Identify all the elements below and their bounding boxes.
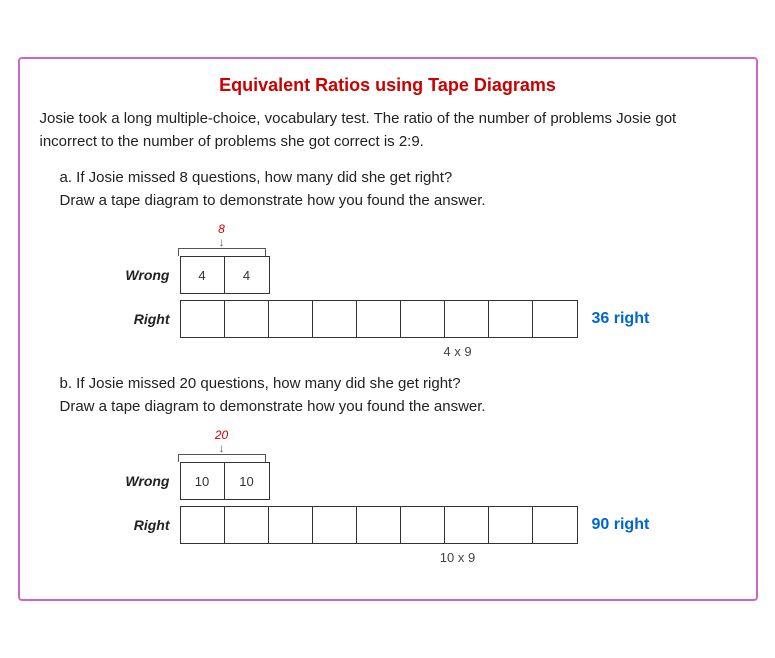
right-cell-a-7 bbox=[489, 301, 533, 337]
right-cell-a-3 bbox=[313, 301, 357, 337]
right-cell-b-4 bbox=[357, 507, 401, 543]
multiplier-b: 10 x 9 bbox=[180, 550, 736, 565]
part-b-brace-number: 20 bbox=[215, 428, 228, 442]
part-b-question: b. If Josie missed 20 questions, how man… bbox=[60, 373, 736, 418]
right-cell-b-3 bbox=[313, 507, 357, 543]
page-title: Equivalent Ratios using Tape Diagrams bbox=[40, 75, 736, 96]
right-row-a: Right 36 right bbox=[110, 300, 736, 338]
answer-b: 90 right bbox=[592, 516, 650, 534]
main-container: Equivalent Ratios using Tape Diagrams Jo… bbox=[18, 57, 758, 601]
right-cell-a-2 bbox=[269, 301, 313, 337]
right-cell-a-1 bbox=[225, 301, 269, 337]
right-cell-b-5 bbox=[401, 507, 445, 543]
right-cell-b-0 bbox=[181, 507, 225, 543]
multiplier-a: 4 x 9 bbox=[180, 344, 736, 359]
right-cell-a-6 bbox=[445, 301, 489, 337]
right-label-b: Right bbox=[110, 517, 170, 533]
wrong-cell-b-1: 10 bbox=[225, 463, 269, 499]
right-cell-b-1 bbox=[225, 507, 269, 543]
right-cell-a-5 bbox=[401, 301, 445, 337]
wrong-cell-a-0: 4 bbox=[181, 257, 225, 293]
wrong-label-a: Wrong bbox=[110, 267, 170, 283]
right-cell-b-2 bbox=[269, 507, 313, 543]
wrong-label-b: Wrong bbox=[110, 473, 170, 489]
right-tape-a bbox=[180, 300, 578, 338]
right-cell-a-0 bbox=[181, 301, 225, 337]
wrong-cell-a-1: 4 bbox=[225, 257, 269, 293]
intro-text: Josie took a long multiple-choice, vocab… bbox=[40, 108, 736, 153]
part-b: b. If Josie missed 20 questions, how man… bbox=[60, 373, 736, 565]
part-a-brace-number: 8 bbox=[218, 222, 225, 236]
right-cell-a-4 bbox=[357, 301, 401, 337]
answer-a: 36 right bbox=[592, 310, 650, 328]
right-cell-a-8 bbox=[533, 301, 577, 337]
wrong-tape-b: 10 10 bbox=[180, 462, 270, 500]
wrong-cell-b-0: 10 bbox=[181, 463, 225, 499]
part-a: a. If Josie missed 8 questions, how many… bbox=[60, 167, 736, 359]
wrong-row-b: Wrong 10 10 bbox=[110, 462, 736, 500]
right-row-b: Right 90 right bbox=[110, 506, 736, 544]
right-cell-b-6 bbox=[445, 507, 489, 543]
wrong-row-a: Wrong 4 4 bbox=[110, 256, 736, 294]
wrong-tape-a: 4 4 bbox=[180, 256, 270, 294]
right-cell-b-7 bbox=[489, 507, 533, 543]
right-label-a: Right bbox=[110, 311, 170, 327]
right-tape-b bbox=[180, 506, 578, 544]
right-cell-b-8 bbox=[533, 507, 577, 543]
part-a-question: a. If Josie missed 8 questions, how many… bbox=[60, 167, 736, 212]
